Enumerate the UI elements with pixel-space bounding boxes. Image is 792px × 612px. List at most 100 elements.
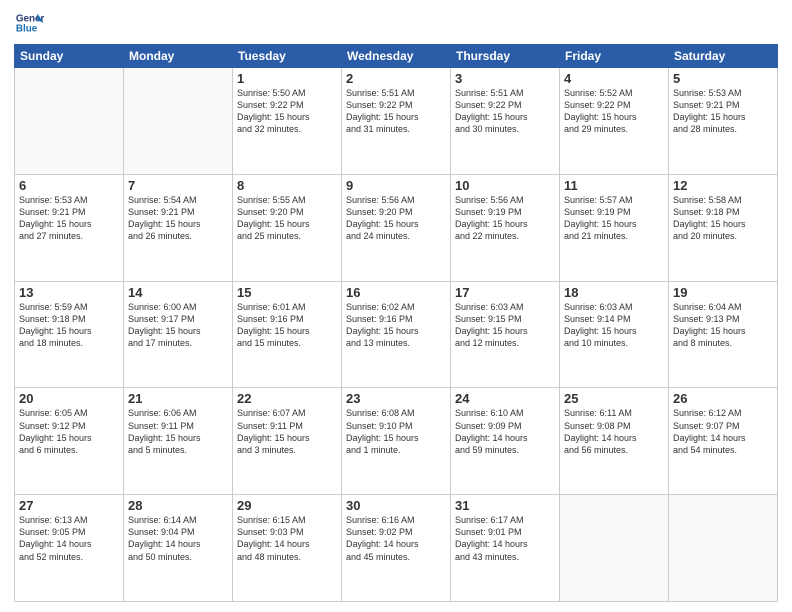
weekday-header-row: SundayMondayTuesdayWednesdayThursdayFrid… [15,45,778,68]
week-row-3: 13Sunrise: 5:59 AM Sunset: 9:18 PM Dayli… [15,281,778,388]
day-info: Sunrise: 6:15 AM Sunset: 9:03 PM Dayligh… [237,514,337,563]
day-info: Sunrise: 5:56 AM Sunset: 9:20 PM Dayligh… [346,194,446,243]
day-info: Sunrise: 6:13 AM Sunset: 9:05 PM Dayligh… [19,514,119,563]
svg-text:Blue: Blue [16,23,38,34]
day-number: 15 [237,285,337,300]
day-cell: 20Sunrise: 6:05 AM Sunset: 9:12 PM Dayli… [15,388,124,495]
day-number: 19 [673,285,773,300]
day-cell: 13Sunrise: 5:59 AM Sunset: 9:18 PM Dayli… [15,281,124,388]
day-info: Sunrise: 5:59 AM Sunset: 9:18 PM Dayligh… [19,301,119,350]
day-number: 9 [346,178,446,193]
day-cell: 28Sunrise: 6:14 AM Sunset: 9:04 PM Dayli… [124,495,233,602]
day-cell: 9Sunrise: 5:56 AM Sunset: 9:20 PM Daylig… [342,174,451,281]
day-info: Sunrise: 5:53 AM Sunset: 9:21 PM Dayligh… [673,87,773,136]
day-number: 23 [346,391,446,406]
day-cell: 16Sunrise: 6:02 AM Sunset: 9:16 PM Dayli… [342,281,451,388]
day-cell: 8Sunrise: 5:55 AM Sunset: 9:20 PM Daylig… [233,174,342,281]
day-info: Sunrise: 5:55 AM Sunset: 9:20 PM Dayligh… [237,194,337,243]
weekday-header-monday: Monday [124,45,233,68]
weekday-header-thursday: Thursday [451,45,560,68]
day-info: Sunrise: 6:08 AM Sunset: 9:10 PM Dayligh… [346,407,446,456]
day-cell: 3Sunrise: 5:51 AM Sunset: 9:22 PM Daylig… [451,68,560,175]
day-number: 7 [128,178,228,193]
day-number: 10 [455,178,555,193]
week-row-4: 20Sunrise: 6:05 AM Sunset: 9:12 PM Dayli… [15,388,778,495]
day-cell: 15Sunrise: 6:01 AM Sunset: 9:16 PM Dayli… [233,281,342,388]
day-cell: 23Sunrise: 6:08 AM Sunset: 9:10 PM Dayli… [342,388,451,495]
day-info: Sunrise: 6:16 AM Sunset: 9:02 PM Dayligh… [346,514,446,563]
day-info: Sunrise: 5:56 AM Sunset: 9:19 PM Dayligh… [455,194,555,243]
day-cell: 27Sunrise: 6:13 AM Sunset: 9:05 PM Dayli… [15,495,124,602]
day-number: 24 [455,391,555,406]
day-cell: 19Sunrise: 6:04 AM Sunset: 9:13 PM Dayli… [669,281,778,388]
day-cell: 21Sunrise: 6:06 AM Sunset: 9:11 PM Dayli… [124,388,233,495]
weekday-header-friday: Friday [560,45,669,68]
day-number: 21 [128,391,228,406]
day-number: 13 [19,285,119,300]
day-number: 1 [237,71,337,86]
day-number: 20 [19,391,119,406]
day-cell: 24Sunrise: 6:10 AM Sunset: 9:09 PM Dayli… [451,388,560,495]
logo: General Blue [14,10,44,38]
week-row-2: 6Sunrise: 5:53 AM Sunset: 9:21 PM Daylig… [15,174,778,281]
header: General Blue [14,10,778,38]
day-number: 2 [346,71,446,86]
day-cell: 30Sunrise: 6:16 AM Sunset: 9:02 PM Dayli… [342,495,451,602]
day-info: Sunrise: 5:57 AM Sunset: 9:19 PM Dayligh… [564,194,664,243]
day-info: Sunrise: 5:50 AM Sunset: 9:22 PM Dayligh… [237,87,337,136]
day-number: 29 [237,498,337,513]
day-info: Sunrise: 6:14 AM Sunset: 9:04 PM Dayligh… [128,514,228,563]
day-info: Sunrise: 5:52 AM Sunset: 9:22 PM Dayligh… [564,87,664,136]
day-info: Sunrise: 5:51 AM Sunset: 9:22 PM Dayligh… [346,87,446,136]
day-cell: 26Sunrise: 6:12 AM Sunset: 9:07 PM Dayli… [669,388,778,495]
day-number: 16 [346,285,446,300]
day-info: Sunrise: 6:04 AM Sunset: 9:13 PM Dayligh… [673,301,773,350]
day-cell: 17Sunrise: 6:03 AM Sunset: 9:15 PM Dayli… [451,281,560,388]
day-number: 31 [455,498,555,513]
day-info: Sunrise: 6:00 AM Sunset: 9:17 PM Dayligh… [128,301,228,350]
day-cell: 12Sunrise: 5:58 AM Sunset: 9:18 PM Dayli… [669,174,778,281]
day-info: Sunrise: 5:53 AM Sunset: 9:21 PM Dayligh… [19,194,119,243]
day-number: 22 [237,391,337,406]
day-number: 6 [19,178,119,193]
day-info: Sunrise: 6:10 AM Sunset: 9:09 PM Dayligh… [455,407,555,456]
weekday-header-wednesday: Wednesday [342,45,451,68]
day-info: Sunrise: 6:06 AM Sunset: 9:11 PM Dayligh… [128,407,228,456]
day-number: 27 [19,498,119,513]
day-number: 8 [237,178,337,193]
day-cell: 22Sunrise: 6:07 AM Sunset: 9:11 PM Dayli… [233,388,342,495]
day-cell: 7Sunrise: 5:54 AM Sunset: 9:21 PM Daylig… [124,174,233,281]
day-number: 14 [128,285,228,300]
day-info: Sunrise: 5:54 AM Sunset: 9:21 PM Dayligh… [128,194,228,243]
day-cell: 1Sunrise: 5:50 AM Sunset: 9:22 PM Daylig… [233,68,342,175]
day-info: Sunrise: 6:05 AM Sunset: 9:12 PM Dayligh… [19,407,119,456]
calendar-table: SundayMondayTuesdayWednesdayThursdayFrid… [14,44,778,602]
day-number: 18 [564,285,664,300]
day-cell: 31Sunrise: 6:17 AM Sunset: 9:01 PM Dayli… [451,495,560,602]
day-number: 30 [346,498,446,513]
day-cell: 11Sunrise: 5:57 AM Sunset: 9:19 PM Dayli… [560,174,669,281]
day-info: Sunrise: 5:58 AM Sunset: 9:18 PM Dayligh… [673,194,773,243]
day-cell: 25Sunrise: 6:11 AM Sunset: 9:08 PM Dayli… [560,388,669,495]
day-cell: 2Sunrise: 5:51 AM Sunset: 9:22 PM Daylig… [342,68,451,175]
day-info: Sunrise: 6:03 AM Sunset: 9:14 PM Dayligh… [564,301,664,350]
day-info: Sunrise: 6:03 AM Sunset: 9:15 PM Dayligh… [455,301,555,350]
day-info: Sunrise: 6:01 AM Sunset: 9:16 PM Dayligh… [237,301,337,350]
day-number: 12 [673,178,773,193]
day-cell: 4Sunrise: 5:52 AM Sunset: 9:22 PM Daylig… [560,68,669,175]
weekday-header-tuesday: Tuesday [233,45,342,68]
day-cell [15,68,124,175]
week-row-1: 1Sunrise: 5:50 AM Sunset: 9:22 PM Daylig… [15,68,778,175]
logo-icon: General Blue [14,10,44,38]
day-number: 28 [128,498,228,513]
day-cell [560,495,669,602]
day-number: 11 [564,178,664,193]
week-row-5: 27Sunrise: 6:13 AM Sunset: 9:05 PM Dayli… [15,495,778,602]
day-info: Sunrise: 6:12 AM Sunset: 9:07 PM Dayligh… [673,407,773,456]
day-number: 4 [564,71,664,86]
day-cell: 29Sunrise: 6:15 AM Sunset: 9:03 PM Dayli… [233,495,342,602]
day-info: Sunrise: 6:17 AM Sunset: 9:01 PM Dayligh… [455,514,555,563]
weekday-header-sunday: Sunday [15,45,124,68]
day-number: 17 [455,285,555,300]
day-cell: 10Sunrise: 5:56 AM Sunset: 9:19 PM Dayli… [451,174,560,281]
